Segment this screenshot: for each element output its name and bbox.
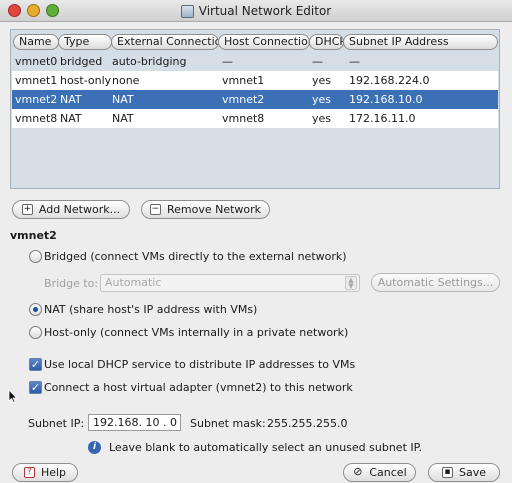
- subnet-mask-label: Subnet mask:: [190, 417, 266, 430]
- remove-network-button[interactable]: − Remove Network: [141, 200, 270, 219]
- table-row[interactable]: vmnet0 bridged auto-bridging — — —: [12, 52, 498, 71]
- cell-host: vmnet8: [222, 112, 265, 125]
- automatic-settings-button[interactable]: Automatic Settings...: [371, 273, 500, 292]
- cell-subnet: 172.16.11.0: [349, 112, 416, 125]
- cell-dhcp: yes: [312, 112, 332, 125]
- subnet-hint: Leave blank to automatically select an u…: [109, 441, 423, 454]
- info-icon: i: [88, 441, 101, 454]
- bridge-to-value: Automatic: [105, 276, 162, 289]
- cancel-icon: ⊘: [353, 465, 363, 478]
- cancel-label: Cancel: [369, 466, 407, 479]
- host-adapter-label[interactable]: Connect a host virtual adapter (vmnet2) …: [44, 381, 353, 394]
- cell-external: NAT: [112, 112, 134, 125]
- save-label: Save: [458, 466, 486, 479]
- bridged-label[interactable]: Bridged (connect VMs directly to the ext…: [44, 250, 347, 263]
- table-row-selected[interactable]: vmnet2 NAT NAT vmnet2 yes 192.168.10.0: [12, 90, 498, 109]
- cell-dhcp: yes: [312, 93, 332, 106]
- cell-type: NAT: [60, 112, 82, 125]
- cell-subnet: 192.168.10.0: [349, 93, 423, 106]
- nat-label[interactable]: NAT (share host's IP address with VMs): [44, 303, 257, 316]
- subnet-ip-label: Subnet IP:: [28, 417, 85, 430]
- select-arrows-icon: ▲ ▼: [345, 276, 357, 290]
- save-button[interactable]: ▪ Save: [428, 463, 500, 482]
- cancel-button[interactable]: ⊘ Cancel: [343, 463, 416, 482]
- section-title: vmnet2: [10, 229, 57, 242]
- remove-network-label: Remove Network: [166, 203, 262, 216]
- cell-type: host-only: [60, 74, 112, 87]
- cell-name: vmnet1: [15, 74, 58, 87]
- column-header-external-connection[interactable]: External Connection: [111, 34, 219, 50]
- subnet-mask-value: 255.255.255.0: [267, 417, 348, 430]
- bridged-radio[interactable]: [29, 250, 42, 263]
- automatic-settings-label: Automatic Settings...: [377, 276, 494, 289]
- cell-dhcp: yes: [312, 74, 332, 87]
- help-label: Help: [40, 466, 67, 479]
- cell-name: vmnet2: [15, 93, 58, 106]
- add-network-label: Add Network...: [38, 203, 121, 216]
- cell-dhcp: —: [312, 55, 323, 68]
- cell-external: auto-bridging: [112, 55, 187, 68]
- network-app-icon: [180, 4, 194, 18]
- cell-host: —: [222, 55, 233, 68]
- help-button[interactable]: ? Help: [12, 463, 78, 482]
- cell-external: none: [112, 74, 140, 87]
- cell-subnet: —: [349, 55, 360, 68]
- host-only-label[interactable]: Host-only (connect VMs internally in a p…: [44, 326, 348, 339]
- cell-host: vmnet2: [222, 93, 265, 106]
- add-network-button[interactable]: + Add Network...: [12, 200, 130, 219]
- host-adapter-checkbox[interactable]: ✓: [29, 381, 42, 394]
- dhcp-label[interactable]: Use local DHCP service to distribute IP …: [44, 358, 355, 371]
- mouse-cursor-icon: [8, 389, 18, 403]
- cell-type: bridged: [60, 55, 103, 68]
- dhcp-checkbox[interactable]: ✓: [29, 358, 42, 371]
- column-header-type[interactable]: Type: [58, 34, 112, 50]
- help-icon: ?: [23, 467, 35, 478]
- minus-icon: −: [149, 204, 161, 215]
- column-header-dhcp[interactable]: DHCP: [309, 34, 344, 50]
- cell-name: vmnet8: [15, 112, 58, 125]
- save-icon: ▪: [441, 467, 453, 478]
- cell-subnet: 192.168.224.0: [349, 74, 430, 87]
- cell-external: NAT: [112, 93, 134, 106]
- column-header-name[interactable]: Name: [13, 34, 59, 50]
- column-header-host-connection[interactable]: Host Connection: [218, 34, 310, 50]
- network-table[interactable]: Name Type External Connection Host Conne…: [10, 29, 500, 189]
- cell-host: vmnet1: [222, 74, 265, 87]
- nat-radio[interactable]: [29, 303, 42, 316]
- subnet-ip-field[interactable]: 192.168. 10 . 0: [88, 414, 181, 431]
- window-title-group: Virtual Network Editor: [0, 2, 512, 20]
- table-row[interactable]: vmnet1 host-only none vmnet1 yes 192.168…: [12, 71, 498, 90]
- cell-type: NAT: [60, 93, 82, 106]
- plus-icon: +: [21, 204, 33, 215]
- bridge-to-label: Bridge to:: [44, 277, 99, 290]
- table-row[interactable]: vmnet8 NAT NAT vmnet8 yes 172.16.11.0: [12, 109, 498, 128]
- bridge-to-select[interactable]: Automatic ▲ ▼: [100, 274, 360, 292]
- host-only-radio[interactable]: [29, 326, 42, 339]
- window-title: Virtual Network Editor: [198, 4, 332, 18]
- cell-name: vmnet0: [15, 55, 58, 68]
- column-header-subnet-ip[interactable]: Subnet IP Address: [343, 34, 498, 50]
